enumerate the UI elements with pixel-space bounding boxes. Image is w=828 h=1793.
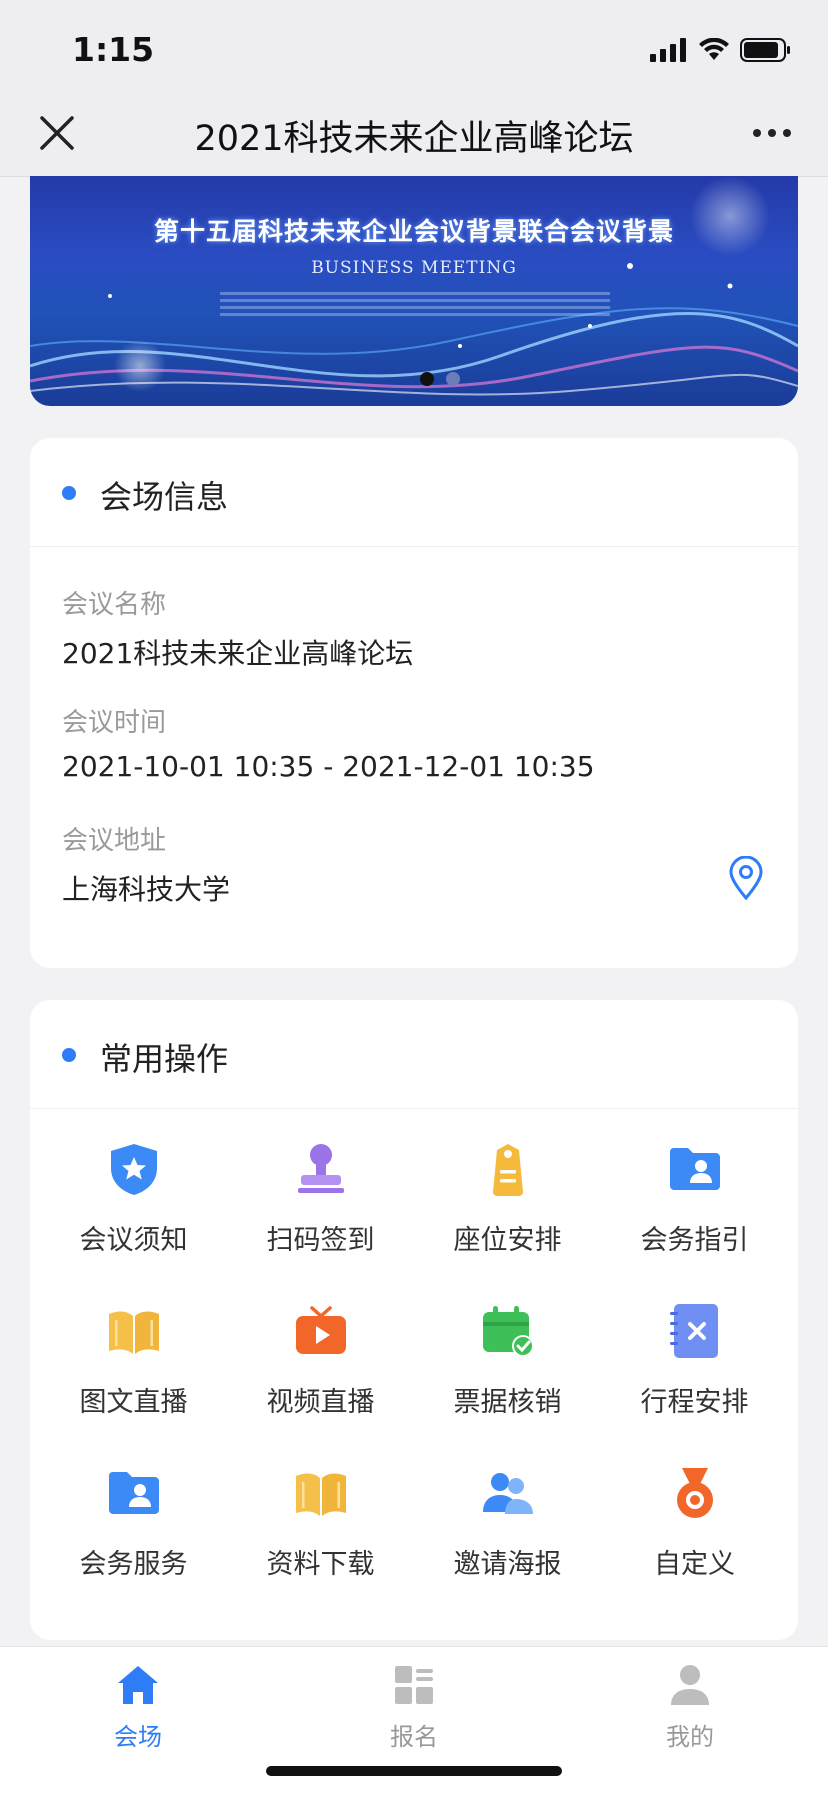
venue-info-title: 会场信息: [100, 478, 229, 516]
carousel-dot-active[interactable]: [420, 372, 434, 386]
op-meeting-service[interactable]: 会务服务: [40, 1456, 227, 1618]
meeting-address-value: 上海科技大学: [62, 873, 231, 906]
stamp-icon: [297, 1144, 344, 1193]
meeting-time-label: 会议时间: [62, 708, 167, 738]
banner-fine-print: [220, 288, 610, 324]
status-icons: [650, 36, 792, 64]
meeting-address-label: 会议地址: [62, 826, 167, 856]
grid-list-icon: [395, 1666, 433, 1704]
operations-grid: 会议须知 扫码签到 座位安排 会务指引 图文直播 视频直播 票据核销 行程安排 …: [30, 1108, 808, 1618]
status-bar: 1:15: [0, 0, 828, 100]
meeting-name-value: 2021科技未来企业高峰论坛: [62, 637, 414, 670]
op-seat-arrangement[interactable]: 座位安排: [414, 1132, 601, 1294]
open-book-icon: [295, 1473, 346, 1516]
op-label: 邀请海报: [453, 1549, 562, 1580]
op-video-live[interactable]: 视频直播: [227, 1294, 414, 1456]
wifi-icon: [699, 38, 729, 60]
op-label: 视频直播: [266, 1387, 375, 1418]
tab-venue[interactable]: 会场: [78, 1663, 198, 1752]
home-indicator: [266, 1766, 562, 1776]
page-title: 2021科技未来企业高峰论坛: [194, 119, 634, 159]
op-label: 扫码签到: [266, 1225, 375, 1256]
op-label: 座位安排: [453, 1225, 562, 1256]
op-label: 会务服务: [79, 1549, 188, 1580]
open-book-icon: [108, 1311, 159, 1354]
meeting-name-label: 会议名称: [62, 590, 167, 620]
tv-play-icon: [295, 1306, 346, 1354]
op-label: 资料下载: [266, 1549, 375, 1580]
tab-label: 会场: [114, 1723, 162, 1751]
op-ticket-verify[interactable]: 票据核销: [414, 1294, 601, 1456]
banner-title: 第十五届科技未来企业会议背景联合会议背景: [153, 217, 674, 246]
status-time: 1:15: [72, 30, 155, 69]
shield-star-icon: [110, 1144, 157, 1195]
op-label: 行程安排: [640, 1387, 749, 1418]
op-meeting-notice[interactable]: 会议须知: [40, 1132, 227, 1294]
banner-carousel[interactable]: 第十五届科技未来企业会议背景联合会议背景 BUSINESS MEETING: [30, 176, 798, 406]
op-label: 自定义: [654, 1549, 735, 1580]
section-bullet: [62, 486, 76, 500]
home-icon: [118, 1666, 158, 1704]
op-label: 票据核销: [453, 1387, 562, 1418]
user-icon: [671, 1665, 709, 1705]
users-icon: [482, 1473, 533, 1514]
common-operations-card: 常用操作 会议须知 扫码签到 座位安排 会务指引 图文直播 视频直播 票据核销 …: [30, 1000, 798, 1640]
venue-info-card: 会场信息 会议名称 2021科技未来企业高峰论坛 会议时间 2021-10-01…: [30, 438, 798, 968]
op-label: 会务指引: [640, 1225, 749, 1256]
nav-bar: 2021科技未来企业高峰论坛: [0, 100, 828, 177]
section-bullet: [62, 1048, 76, 1062]
medal-icon: [676, 1468, 713, 1518]
op-scan-signin[interactable]: 扫码签到: [227, 1132, 414, 1294]
op-itinerary[interactable]: 行程安排: [601, 1294, 788, 1456]
banner-subtitle: BUSINESS MEETING: [311, 258, 517, 278]
more-icon[interactable]: [752, 128, 792, 138]
carousel-dot[interactable]: [446, 372, 460, 386]
op-document-download[interactable]: 资料下载: [227, 1456, 414, 1618]
op-invitation-poster[interactable]: 邀请海报: [414, 1456, 601, 1618]
battery-icon: [740, 38, 790, 62]
location-pin-icon[interactable]: [728, 856, 764, 900]
tab-register[interactable]: 报名: [354, 1663, 474, 1752]
venue-info-header: 会场信息: [30, 438, 798, 547]
notebook-x-icon: [669, 1304, 718, 1358]
calendar-check-icon: [482, 1306, 534, 1357]
op-custom[interactable]: 自定义: [601, 1456, 788, 1618]
op-photo-live[interactable]: 图文直播: [40, 1294, 227, 1456]
tab-label: 我的: [666, 1723, 714, 1751]
folder-user-icon: [108, 1472, 159, 1514]
common-operations-header: 常用操作: [30, 1000, 798, 1109]
folder-user-icon: [669, 1148, 720, 1190]
tab-label: 报名: [390, 1723, 438, 1751]
op-label: 图文直播: [79, 1387, 188, 1418]
signal-icon: [650, 38, 686, 62]
op-meeting-guide[interactable]: 会务指引: [601, 1132, 788, 1294]
tag-icon: [492, 1144, 523, 1196]
meeting-time-value: 2021-10-01 10:35 - 2021-12-01 10:35: [62, 750, 595, 783]
tab-mine[interactable]: 我的: [630, 1663, 750, 1752]
common-operations-title: 常用操作: [100, 1040, 229, 1078]
carousel-indicator: [420, 372, 460, 386]
op-label: 会议须知: [79, 1225, 188, 1256]
